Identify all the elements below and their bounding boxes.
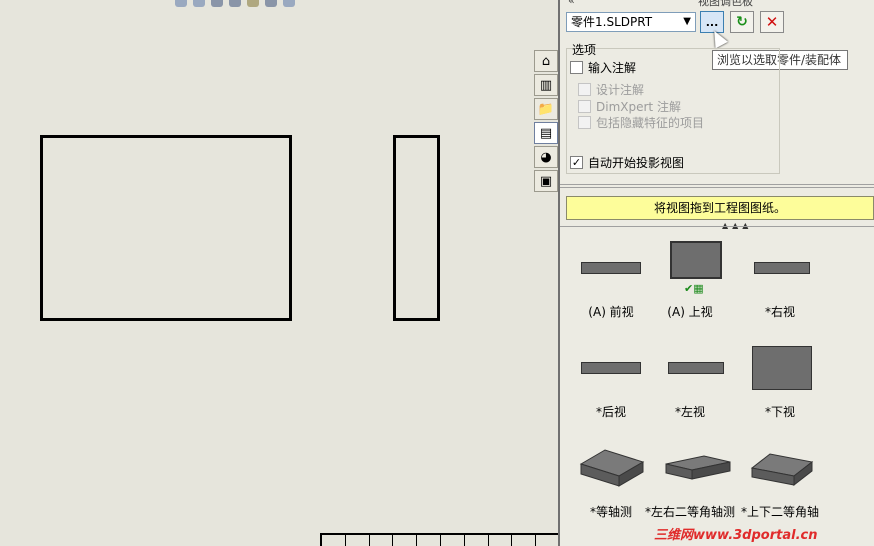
import-annotations-checkbox[interactable]: [570, 61, 583, 74]
view-item-label: *左右二等角轴测: [644, 505, 735, 519]
display-style-icon[interactable]: [247, 0, 259, 7]
panel-divider: [560, 226, 874, 227]
dimetric-thumbnail: [665, 455, 731, 480]
custom-properties-icon[interactable]: ▣: [534, 170, 558, 192]
task-pane-tabs: ⌂ ▥ 📁 ▤ ◕ ▣: [534, 50, 558, 192]
design-annotations-option[interactable]: 设计注解: [578, 81, 644, 98]
options-title: 选项: [572, 43, 597, 57]
view-item-label: *下视: [764, 405, 795, 419]
view-item-left[interactable]: *左视: [642, 340, 738, 420]
drawing-sheet[interactable]: [0, 0, 560, 546]
include-hidden-label: 包括隐藏特征的项目: [596, 116, 705, 130]
view-item-dimetric[interactable]: *左右二等角轴测: [642, 440, 738, 520]
back-view-thumbnail: [581, 362, 641, 374]
appearance-icon[interactable]: ◕: [534, 146, 558, 168]
part-select-value: 零件1.SLDPRT: [571, 15, 653, 29]
refresh-button[interactable]: ↻: [730, 11, 754, 33]
collapse-chevron-icon[interactable]: «: [568, 0, 575, 7]
part-select[interactable]: 零件1.SLDPRT ▼: [566, 12, 696, 32]
library-icon[interactable]: ▥: [534, 74, 558, 96]
left-view-thumbnail: [668, 362, 724, 374]
home-icon[interactable]: ⌂: [534, 50, 558, 72]
hide-show-icon[interactable]: [265, 0, 277, 7]
chevron-down-icon[interactable]: ▼: [683, 15, 691, 29]
view-item-bottom[interactable]: *下视: [732, 340, 828, 420]
view-item-label: (A) 上视: [667, 305, 713, 319]
right-view-thumbnail: [754, 262, 810, 274]
panel-header: « 视图调色板: [560, 0, 874, 8]
view-item-label: *右视: [764, 305, 795, 319]
dimxpert-annotations-label: DimXpert 注解: [596, 100, 681, 114]
front-view-thumbnail: [581, 262, 641, 274]
zoom-fit-icon[interactable]: [175, 0, 187, 7]
watermark: 三维网www.3dportal.cn: [654, 528, 818, 543]
panel-splitter[interactable]: [560, 184, 874, 188]
design-annotations-label: 设计注解: [596, 83, 645, 97]
dimxpert-annotations-checkbox[interactable]: [578, 100, 591, 113]
top-view-thumbnail: [670, 241, 722, 279]
view-palette-icon[interactable]: ▤: [534, 122, 558, 144]
auto-projected-option[interactable]: ✓ 自动开始投影视图: [570, 154, 684, 171]
refresh-icon: ↻: [736, 14, 748, 30]
import-annotations-label: 输入注解: [588, 61, 637, 75]
isometric-thumbnail: [579, 449, 645, 487]
view-palette-panel: « 视图调色板 零件1.SLDPRT ▼ ... ↻ ✕ 浏览以选取零件/装配体…: [558, 0, 874, 546]
view-item-label: *左视: [674, 405, 705, 419]
panel-title: 视图调色板: [698, 0, 753, 8]
title-block: [320, 533, 560, 546]
bottom-view-thumbnail: [752, 346, 812, 390]
auto-projected-checkbox[interactable]: ✓: [570, 156, 583, 169]
view-toolbar: [175, 0, 365, 8]
used-check-icon: ✔▦: [684, 282, 704, 295]
view-settings-icon[interactable]: [283, 0, 295, 7]
trimetric-thumbnail: [750, 453, 814, 487]
drag-hint: 将视图拖到工程图图纸。: [566, 196, 874, 220]
auto-projected-label: 自动开始投影视图: [588, 156, 685, 170]
side-drawing-view[interactable]: [393, 135, 440, 321]
design-annotations-checkbox[interactable]: [578, 83, 591, 96]
rotate-icon[interactable]: [229, 0, 241, 7]
folder-icon[interactable]: 📁: [534, 98, 558, 120]
view-item-right[interactable]: *右视: [732, 240, 828, 320]
view-item-label: *上下二等角轴: [740, 505, 819, 519]
dimxpert-annotations-option[interactable]: DimXpert 注解: [578, 98, 681, 115]
close-icon: ✕: [765, 13, 779, 31]
view-item-trimetric[interactable]: *上下二等角轴: [732, 440, 828, 520]
zoom-area-icon[interactable]: [193, 0, 205, 7]
front-drawing-view[interactable]: [40, 135, 292, 321]
import-annotations-option[interactable]: 输入注解: [570, 59, 636, 76]
clear-button[interactable]: ✕: [760, 11, 784, 33]
view-item-top[interactable]: ✔▦ (A) 上视: [642, 240, 738, 320]
include-hidden-checkbox[interactable]: [578, 116, 591, 129]
pan-icon[interactable]: [211, 0, 223, 7]
include-hidden-option[interactable]: 包括隐藏特征的项目: [578, 114, 704, 131]
